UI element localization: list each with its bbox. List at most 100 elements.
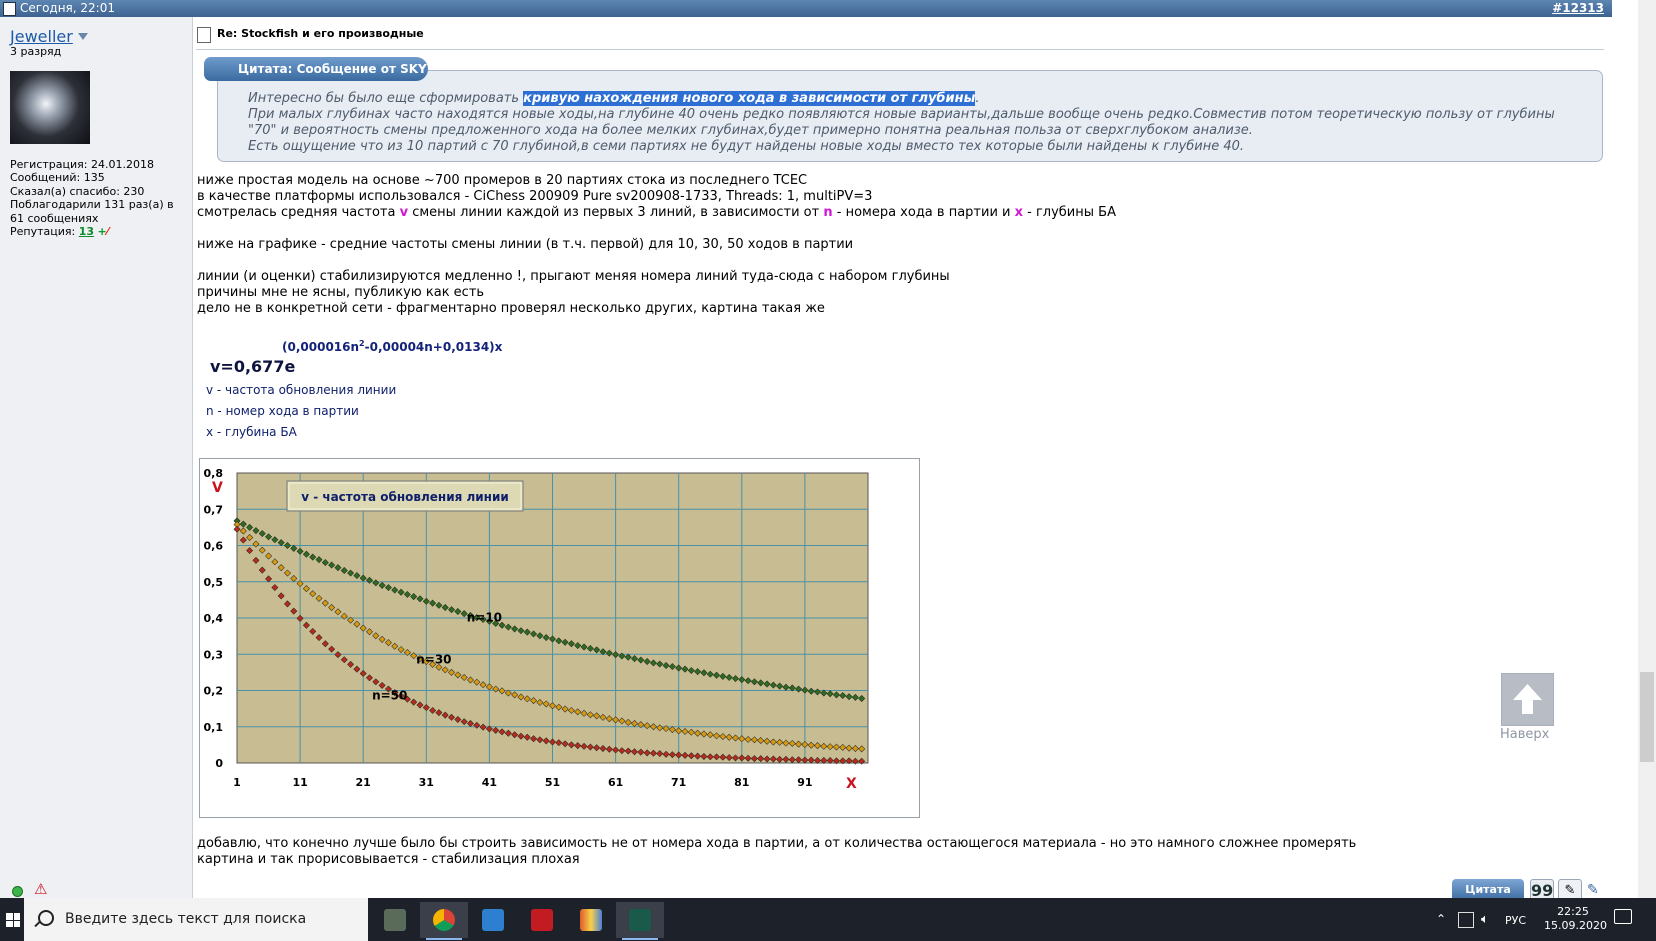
chevron-down-icon[interactable]	[78, 33, 88, 40]
body-line: в качестве платформы использовался - CiC…	[197, 189, 873, 204]
online-status-icon	[12, 886, 23, 897]
y-tick-label: 0,6	[204, 540, 224, 553]
search-input[interactable]: Введите здесь текст для поиска	[65, 911, 306, 927]
post-date: Сегодня, 22:01	[20, 1, 115, 15]
x-tick-label: 71	[671, 776, 686, 789]
y-tick-label: 0	[215, 757, 223, 770]
var-x: x	[1014, 205, 1023, 220]
x-tick-label: 31	[419, 776, 434, 789]
quote-line-1-text: Интересно бы было еще сформировать	[248, 91, 524, 106]
quote-highlight: кривую нахождения нового хода в зависимо…	[523, 91, 976, 106]
post-title: Re: Stockfish и его производные	[217, 27, 424, 40]
windows-start-icon[interactable]	[6, 913, 20, 927]
title-divider	[196, 49, 1604, 50]
var-n: n	[823, 205, 833, 220]
taskbar-chrome-icon[interactable]	[420, 902, 468, 940]
page-scrollbar[interactable]	[1638, 0, 1656, 898]
y-axis-label: V	[212, 480, 223, 496]
chart: 0 0,1 0,2 0,3 0,4 0,5 0,6 0,7 0,8 1 11 21 31 41 51 61 71…	[199, 458, 920, 818]
body-line: линии (и оценки) стабилизируются медленн…	[197, 269, 950, 284]
chart-title: v - частота обновления линии	[301, 490, 509, 504]
user-rank: 3 разряд	[10, 45, 62, 58]
y-tick-label: 0,3	[204, 648, 224, 661]
taskbar-calculator-icon[interactable]	[371, 902, 419, 938]
body-line: причины мне не ясны, публикую как есть	[197, 285, 485, 300]
body-line: дело не в конкретной сети - фрагментарно…	[197, 301, 825, 316]
formula-main: v=0,677e	[210, 357, 296, 376]
post-body-end: добавлю, что конечно лучше было бы строи…	[197, 836, 1497, 868]
user-thanks-posts: 61 сообщениях	[10, 211, 99, 225]
series-annotation: n=10	[467, 611, 502, 625]
taskbar-chess-icon[interactable]	[616, 902, 664, 940]
user-reputation: Репутация: 13 +⁄	[10, 225, 185, 238]
tray-language[interactable]: РУС	[1505, 914, 1526, 927]
tray-volume-icon[interactable]: 🔈︎	[1481, 912, 1495, 927]
post-doc-icon	[3, 2, 16, 16]
taskbar-red-app-icon[interactable]	[518, 902, 566, 938]
body-line: картина и так прорисовывается - стабилиз…	[197, 852, 580, 867]
taskbar-mail-icon[interactable]	[469, 902, 517, 938]
series-annotation: n=30	[416, 652, 451, 666]
scrollbar-thumb[interactable]	[1640, 672, 1654, 762]
report-warning-icon[interactable]: ⚠	[34, 881, 50, 897]
y-tick-label: 0,1	[204, 721, 224, 734]
quote-line-2: При малых глубинах часто находятся новые…	[248, 107, 1555, 122]
chart-svg: 00,10,20,30,40,50,60,70,81 11 21 31 41 51 61 71…	[204, 467, 869, 792]
var-v: v	[399, 205, 409, 220]
y-tick-label: 0,4	[204, 612, 224, 625]
avatar[interactable]	[10, 71, 90, 144]
taskbar-books-icon[interactable]	[567, 902, 615, 938]
user-registration: Регистрация: 24.01.2018	[10, 158, 154, 171]
body-line: ниже на графике - средние частоты смены …	[197, 237, 854, 252]
to-top-label[interactable]: Наверх	[1500, 727, 1549, 742]
x-tick-label: 81	[734, 776, 749, 789]
to-top-button[interactable]	[1501, 673, 1554, 726]
reputation-plusminus-icon[interactable]: +⁄	[98, 225, 109, 238]
quote-line-1: Интересно бы было еще сформировать криву…	[248, 91, 1588, 107]
y-tick-label: 0,8	[204, 467, 224, 480]
tray-chevron-up-icon[interactable]: ⌃	[1436, 912, 1450, 926]
formula-legend-n: n - номер хода в партии	[206, 404, 359, 418]
body-line: смотрелась средняя частота v смены линии…	[197, 205, 1397, 221]
y-tick-label: 0,2	[204, 685, 224, 698]
username-link[interactable]: Jeweller	[10, 27, 73, 46]
post-header-bar: Сегодня, 22:01 #12313	[0, 0, 1612, 17]
quote-header: Цитата: Сообщение от SKY	[204, 57, 428, 81]
x-tick-label: 61	[608, 776, 623, 789]
reputation-value[interactable]: 13	[79, 225, 94, 238]
formula-exponent: (0,000016n2-0,00004n+0,0134)x	[282, 339, 502, 354]
body-fragment: - глубины БА	[1023, 205, 1116, 220]
series-annotation: n=50	[372, 689, 407, 703]
edit-icon[interactable]: ✎	[1587, 882, 1599, 898]
tray-time: 22:25	[1557, 905, 1589, 918]
post-number-link[interactable]: #12313	[1552, 1, 1604, 15]
post-title-icon	[197, 27, 211, 43]
x-tick-label: 21	[356, 776, 371, 789]
formula-legend-x: x - глубина БА	[206, 425, 297, 439]
tray-clock[interactable]: 22:25 15.09.2020	[1544, 905, 1607, 933]
quote-text: Интересно бы было еще сформировать криву…	[248, 91, 1588, 155]
user-posts: Сообщений: 135	[10, 171, 105, 185]
user-info-column	[0, 17, 193, 905]
tray-date: 15.09.2020	[1544, 919, 1607, 932]
formula-legend-v: v - частота обновления линии	[206, 383, 397, 397]
quote-line-1-end: .	[975, 91, 980, 106]
y-tick-label: 0,5	[204, 576, 224, 589]
y-tick-label: 0,7	[204, 503, 224, 516]
x-tick-label: 1	[233, 776, 241, 789]
exponent-post: -0,00004n+0,0134)x	[364, 340, 503, 354]
x-axis-label: X	[846, 776, 857, 792]
post-body: ниже простая модель на основе ~700 проме…	[197, 173, 1397, 317]
arrow-up-icon	[1513, 684, 1542, 714]
body-fragment: - номера хода в партии и	[832, 205, 1015, 220]
user-stats: Регистрация: 24.01.2018 Сообщений: 135 С…	[10, 158, 185, 238]
quote-line-3: "70" и вероятность смены предложенного х…	[248, 123, 1253, 138]
x-tick-label: 51	[545, 776, 560, 789]
x-tick-label: 91	[797, 776, 812, 789]
notification-icon[interactable]	[1614, 909, 1632, 924]
tray-network-icon[interactable]	[1458, 912, 1474, 928]
exponent-pre: (0,000016n	[282, 340, 360, 354]
body-line: добавлю, что конечно лучше было бы строи…	[197, 836, 1357, 851]
user-thanks-received: Поблагодарили 131 раз(а) в	[10, 198, 174, 212]
user-thanks-given: Сказал(а) спасибо: 230	[10, 184, 145, 198]
